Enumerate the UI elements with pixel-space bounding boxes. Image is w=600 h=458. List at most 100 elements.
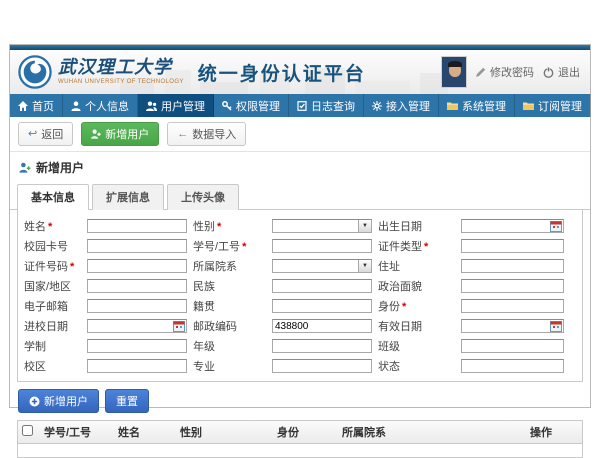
select-gender[interactable]: ▼: [272, 219, 372, 233]
select-department-value[interactable]: [272, 259, 372, 273]
label-department: 所属院系: [193, 258, 266, 274]
header-actions: 修改密码 退出: [441, 56, 580, 88]
select-gender-value[interactable]: [272, 219, 372, 233]
label-schooling-length: 学制: [24, 338, 81, 354]
nav-label: 日志查询: [311, 98, 355, 114]
chevron-down-icon[interactable]: ▼: [358, 220, 371, 232]
person-icon: [71, 101, 81, 111]
required-asterisk: *: [424, 241, 428, 253]
input-major[interactable]: [272, 359, 372, 373]
university-logo-icon: [18, 55, 52, 89]
label-major: 专业: [193, 358, 266, 374]
date-enroll-date[interactable]: [87, 319, 187, 333]
tab-upload-avatar[interactable]: 上传头像: [167, 184, 239, 210]
col-student-id: 学号/工号: [44, 424, 118, 440]
input-enroll-date[interactable]: [87, 319, 187, 333]
input-id-number[interactable]: [87, 259, 187, 273]
tab-basic-info[interactable]: 基本信息: [17, 184, 89, 210]
label-enroll-date: 进校日期: [24, 318, 81, 334]
change-password-label: 修改密码: [490, 64, 534, 80]
nav-label: 订阅管理: [538, 98, 582, 114]
input-campus-card[interactable]: [87, 239, 187, 253]
nav-label: 首页: [32, 98, 54, 114]
nav-item-personal-info[interactable]: 个人信息: [63, 94, 138, 117]
nav-item-permission-management[interactable]: 权限管理: [214, 94, 289, 117]
label-email: 电子邮箱: [24, 298, 81, 314]
label-class: 班级: [378, 338, 455, 354]
nav-item-access-management[interactable]: 接入管理: [364, 94, 439, 117]
back-button[interactable]: ↩ 返回: [18, 122, 73, 146]
log-icon: [297, 101, 307, 111]
tab-extended-info[interactable]: 扩展信息: [92, 184, 164, 210]
back-label: 返回: [41, 126, 63, 142]
data-import-label: 数据导入: [192, 126, 236, 142]
label-gender: 性别*: [193, 218, 266, 234]
input-name[interactable]: [87, 219, 187, 233]
input-student-id[interactable]: [272, 239, 372, 253]
input-ethnicity[interactable]: [272, 279, 372, 293]
nav-item-home[interactable]: 首页: [10, 94, 63, 117]
date-valid-date[interactable]: [461, 319, 564, 333]
nav-item-user-management[interactable]: 用户管理: [138, 94, 214, 117]
tab-label: 基本信息: [31, 192, 75, 204]
input-campus[interactable]: [87, 359, 187, 373]
form-actions: 新增用户 重置: [10, 382, 590, 420]
nav-item-system-management[interactable]: 系统管理: [439, 94, 515, 117]
input-schooling-length[interactable]: [87, 339, 187, 353]
col-name: 姓名: [118, 424, 180, 440]
university-name-block: 武汉理工大学 WUHAN UNIVERSITY OF TECHNOLOGY: [58, 59, 184, 85]
power-icon: [543, 67, 554, 78]
input-valid-date[interactable]: [461, 319, 564, 333]
label-postal-code: 邮政编码: [193, 318, 266, 334]
logout-link[interactable]: 退出: [543, 64, 580, 80]
header: 武汉理工大学 WUHAN UNIVERSITY OF TECHNOLOGY 统一…: [10, 50, 590, 94]
required-asterisk: *: [402, 301, 406, 313]
input-identity[interactable]: [461, 299, 564, 313]
input-address[interactable]: [461, 259, 564, 273]
input-country-region[interactable]: [87, 279, 187, 293]
input-id-type[interactable]: [461, 239, 564, 253]
label-country-region: 国家/地区: [24, 278, 81, 294]
label-birth-date: 出生日期: [378, 218, 455, 234]
data-import-button[interactable]: ← 数据导入: [167, 122, 246, 146]
input-status[interactable]: [461, 359, 564, 373]
input-email[interactable]: [87, 299, 187, 313]
calendar-icon[interactable]: [550, 320, 562, 332]
home-icon: [18, 101, 28, 111]
label-identity: 身份*: [378, 298, 455, 314]
col-gender: 性别: [180, 424, 277, 440]
input-political-status[interactable]: [461, 279, 564, 293]
input-grade[interactable]: [272, 339, 372, 353]
reset-button[interactable]: 重置: [105, 389, 149, 413]
add-user-toolbar-button[interactable]: 新增用户: [81, 122, 159, 146]
label-status: 状态: [378, 358, 455, 374]
nav-label: 系统管理: [462, 98, 506, 114]
change-password-link[interactable]: 修改密码: [476, 64, 534, 80]
label-id-number: 证件号码*: [24, 258, 81, 274]
calendar-icon[interactable]: [550, 220, 562, 232]
user-avatar[interactable]: [441, 56, 467, 88]
calendar-icon[interactable]: [173, 320, 185, 332]
table-header-row: 学号/工号 姓名 性别 身份 所属院系 操作: [18, 421, 582, 444]
university-name-en: WUHAN UNIVERSITY OF TECHNOLOGY: [58, 79, 184, 85]
input-postal-code[interactable]: [272, 319, 372, 333]
col-actions: 操作: [530, 424, 578, 440]
input-birth-date[interactable]: [461, 219, 564, 233]
form-grid: 姓名* 性别* ▼ 出生日期 校园卡号 学号/工号* 证件类型* 证件号码* 所…: [24, 218, 576, 374]
submit-add-user-button[interactable]: 新增用户: [18, 389, 99, 413]
label-valid-date: 有效日期: [378, 318, 455, 334]
nav-item-log-query[interactable]: 日志查询: [289, 94, 364, 117]
date-birth-date[interactable]: [461, 219, 564, 233]
nav-label: 用户管理: [161, 98, 205, 114]
select-all-checkbox[interactable]: [22, 425, 33, 436]
label-ethnicity: 民族: [193, 278, 266, 294]
nav-item-subscription-management[interactable]: 订阅管理: [515, 94, 591, 117]
back-arrow-icon: ↩: [28, 129, 37, 140]
input-native-place[interactable]: [272, 299, 372, 313]
gear-icon: [372, 101, 382, 111]
select-department[interactable]: ▼: [272, 259, 372, 273]
input-class[interactable]: [461, 339, 564, 353]
logout-label: 退出: [558, 64, 580, 80]
user-group-icon: [146, 101, 157, 111]
chevron-down-icon[interactable]: ▼: [358, 260, 371, 272]
